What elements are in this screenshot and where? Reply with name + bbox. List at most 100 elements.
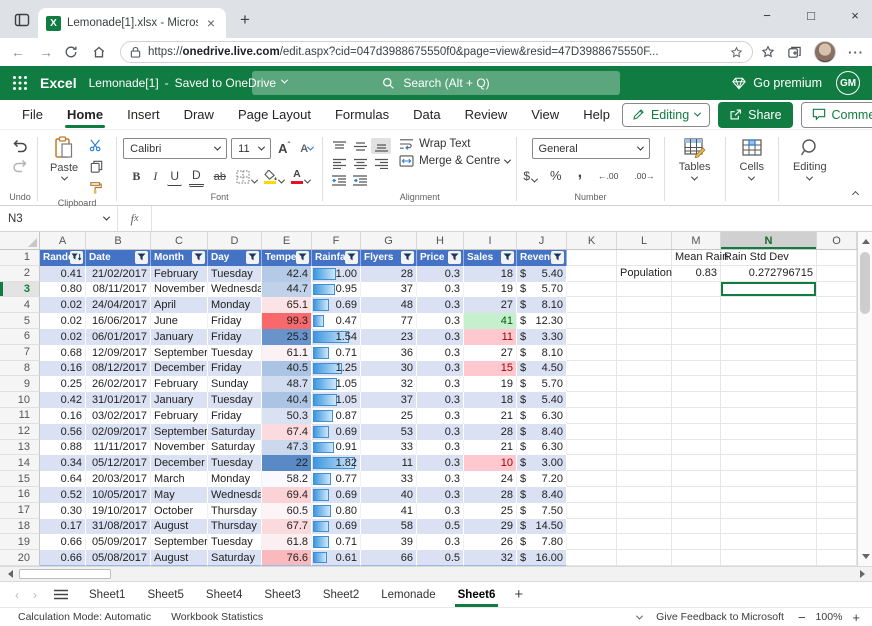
row-header-18[interactable]: 18 bbox=[0, 519, 40, 535]
column-header-O[interactable]: O bbox=[817, 232, 857, 249]
cell-A10[interactable]: 0.42 bbox=[40, 392, 86, 408]
cell-H12[interactable]: 0.3 bbox=[417, 424, 464, 440]
cell-N17[interactable] bbox=[721, 503, 817, 519]
cell-C9[interactable]: February bbox=[151, 376, 208, 392]
cell-K8[interactable] bbox=[567, 361, 617, 377]
cell-O9[interactable] bbox=[817, 376, 857, 392]
forward-icon[interactable]: → bbox=[36, 44, 56, 60]
cell-C17[interactable]: October bbox=[151, 503, 208, 519]
scroll-up-icon[interactable] bbox=[858, 234, 872, 249]
cell-L4[interactable] bbox=[617, 297, 672, 313]
cell-H2[interactable]: 0.3 bbox=[417, 266, 464, 282]
cell-N15[interactable] bbox=[721, 471, 817, 487]
cell-J1[interactable]: Revenue bbox=[517, 250, 567, 266]
number-format-select[interactable]: General bbox=[532, 138, 650, 159]
cell-E2[interactable]: 42.4 bbox=[262, 266, 312, 282]
cell-M11[interactable] bbox=[672, 408, 721, 424]
cell-K12[interactable] bbox=[567, 424, 617, 440]
cell-K17[interactable] bbox=[567, 503, 617, 519]
cell-K1[interactable] bbox=[567, 250, 617, 266]
cell-L2-population-label[interactable]: Population bbox=[617, 266, 672, 282]
cell-F12[interactable]: 0.69 bbox=[312, 424, 361, 440]
cell-D5[interactable]: Friday bbox=[208, 313, 262, 329]
column-header-E[interactable]: E bbox=[262, 232, 312, 249]
cell-N14[interactable] bbox=[721, 455, 817, 471]
cell-F17[interactable]: 0.80 bbox=[312, 503, 361, 519]
cell-D6[interactable]: Friday bbox=[208, 329, 262, 345]
cell-K4[interactable] bbox=[567, 297, 617, 313]
cell-K16[interactable] bbox=[567, 487, 617, 503]
cell-G20[interactable]: 66 bbox=[361, 550, 417, 566]
cell-G13[interactable]: 33 bbox=[361, 440, 417, 456]
cell-G16[interactable]: 40 bbox=[361, 487, 417, 503]
cell-M6[interactable] bbox=[672, 329, 721, 345]
refresh-icon[interactable] bbox=[64, 45, 84, 59]
filter-button-rainfall[interactable] bbox=[345, 251, 358, 264]
cell-B20[interactable]: 05/08/2017 bbox=[86, 550, 151, 566]
cut-icon[interactable] bbox=[86, 137, 106, 154]
column-header-K[interactable]: K bbox=[567, 232, 617, 249]
cell-I1[interactable]: Sales bbox=[464, 250, 517, 266]
filter-button-date[interactable] bbox=[135, 251, 148, 264]
cell-H6[interactable]: 0.3 bbox=[417, 329, 464, 345]
new-tab-button[interactable]: + bbox=[232, 7, 258, 33]
cell-L15[interactable] bbox=[617, 471, 672, 487]
cell-I14[interactable]: 10 bbox=[464, 455, 517, 471]
cell-O5[interactable] bbox=[817, 313, 857, 329]
filter-button-flyers[interactable] bbox=[401, 251, 414, 264]
cell-E4[interactable]: 65.1 bbox=[262, 297, 312, 313]
cell-O13[interactable] bbox=[817, 440, 857, 456]
menu-tab-insert[interactable]: Insert bbox=[115, 100, 172, 130]
cell-A19[interactable]: 0.66 bbox=[40, 534, 86, 550]
cell-F15[interactable]: 0.77 bbox=[312, 471, 361, 487]
align-right-icon[interactable] bbox=[371, 155, 391, 171]
cell-J4[interactable]: $8.10 bbox=[517, 297, 567, 313]
cell-D14[interactable]: Tuesday bbox=[208, 455, 262, 471]
cell-L8[interactable] bbox=[617, 361, 672, 377]
cell-K19[interactable] bbox=[567, 534, 617, 550]
cell-L16[interactable] bbox=[617, 487, 672, 503]
cell-J9[interactable]: $5.70 bbox=[517, 376, 567, 392]
cell-C4[interactable]: April bbox=[151, 297, 208, 313]
column-header-B[interactable]: B bbox=[86, 232, 151, 249]
cell-F13[interactable]: 0.91 bbox=[312, 440, 361, 456]
cell-I10[interactable]: 18 bbox=[464, 392, 517, 408]
cell-M9[interactable] bbox=[672, 376, 721, 392]
decrease-indent-icon[interactable] bbox=[329, 172, 349, 188]
cell-F18[interactable]: 0.69 bbox=[312, 519, 361, 535]
cell-L1[interactable] bbox=[617, 250, 672, 266]
cell-K5[interactable] bbox=[567, 313, 617, 329]
cell-J6[interactable]: $3.30 bbox=[517, 329, 567, 345]
sheet-tab-sheet2[interactable]: Sheet2 bbox=[312, 582, 370, 608]
cell-E19[interactable]: 61.8 bbox=[262, 534, 312, 550]
row-header-15[interactable]: 15 bbox=[0, 471, 40, 487]
search-input[interactable]: Search (Alt + Q) bbox=[252, 71, 620, 95]
cell-N9[interactable] bbox=[721, 376, 817, 392]
cell-C14[interactable]: December bbox=[151, 455, 208, 471]
cell-C13[interactable]: November bbox=[151, 440, 208, 456]
editing-button[interactable]: Editing bbox=[785, 135, 835, 184]
cell-H5[interactable]: 0.3 bbox=[417, 313, 464, 329]
cell-I6[interactable]: 11 bbox=[464, 329, 517, 345]
selected-cell-N3[interactable] bbox=[721, 282, 817, 298]
cell-K10[interactable] bbox=[567, 392, 617, 408]
cell-K20[interactable] bbox=[567, 550, 617, 566]
cell-H18[interactable]: 0.5 bbox=[417, 519, 464, 535]
cell-D2[interactable]: Tuesday bbox=[208, 266, 262, 282]
cell-M16[interactable] bbox=[672, 487, 721, 503]
cell-L5[interactable] bbox=[617, 313, 672, 329]
account-avatar[interactable]: GM bbox=[836, 71, 860, 95]
cell-B7[interactable]: 12/09/2017 bbox=[86, 345, 151, 361]
cell-M20[interactable] bbox=[672, 550, 721, 566]
cell-K11[interactable] bbox=[567, 408, 617, 424]
cell-H17[interactable]: 0.3 bbox=[417, 503, 464, 519]
cell-F4[interactable]: 0.69 bbox=[312, 297, 361, 313]
zoom-in-icon[interactable]: + bbox=[852, 610, 860, 625]
cell-M8[interactable] bbox=[672, 361, 721, 377]
cell-M14[interactable] bbox=[672, 455, 721, 471]
cell-D9[interactable]: Sunday bbox=[208, 376, 262, 392]
cell-J17[interactable]: $7.50 bbox=[517, 503, 567, 519]
cell-N1-rain-std-label[interactable]: Rain Std Dev bbox=[721, 250, 817, 266]
increase-font-icon[interactable]: Aˆ bbox=[275, 139, 293, 158]
cell-C12[interactable]: September bbox=[151, 424, 208, 440]
